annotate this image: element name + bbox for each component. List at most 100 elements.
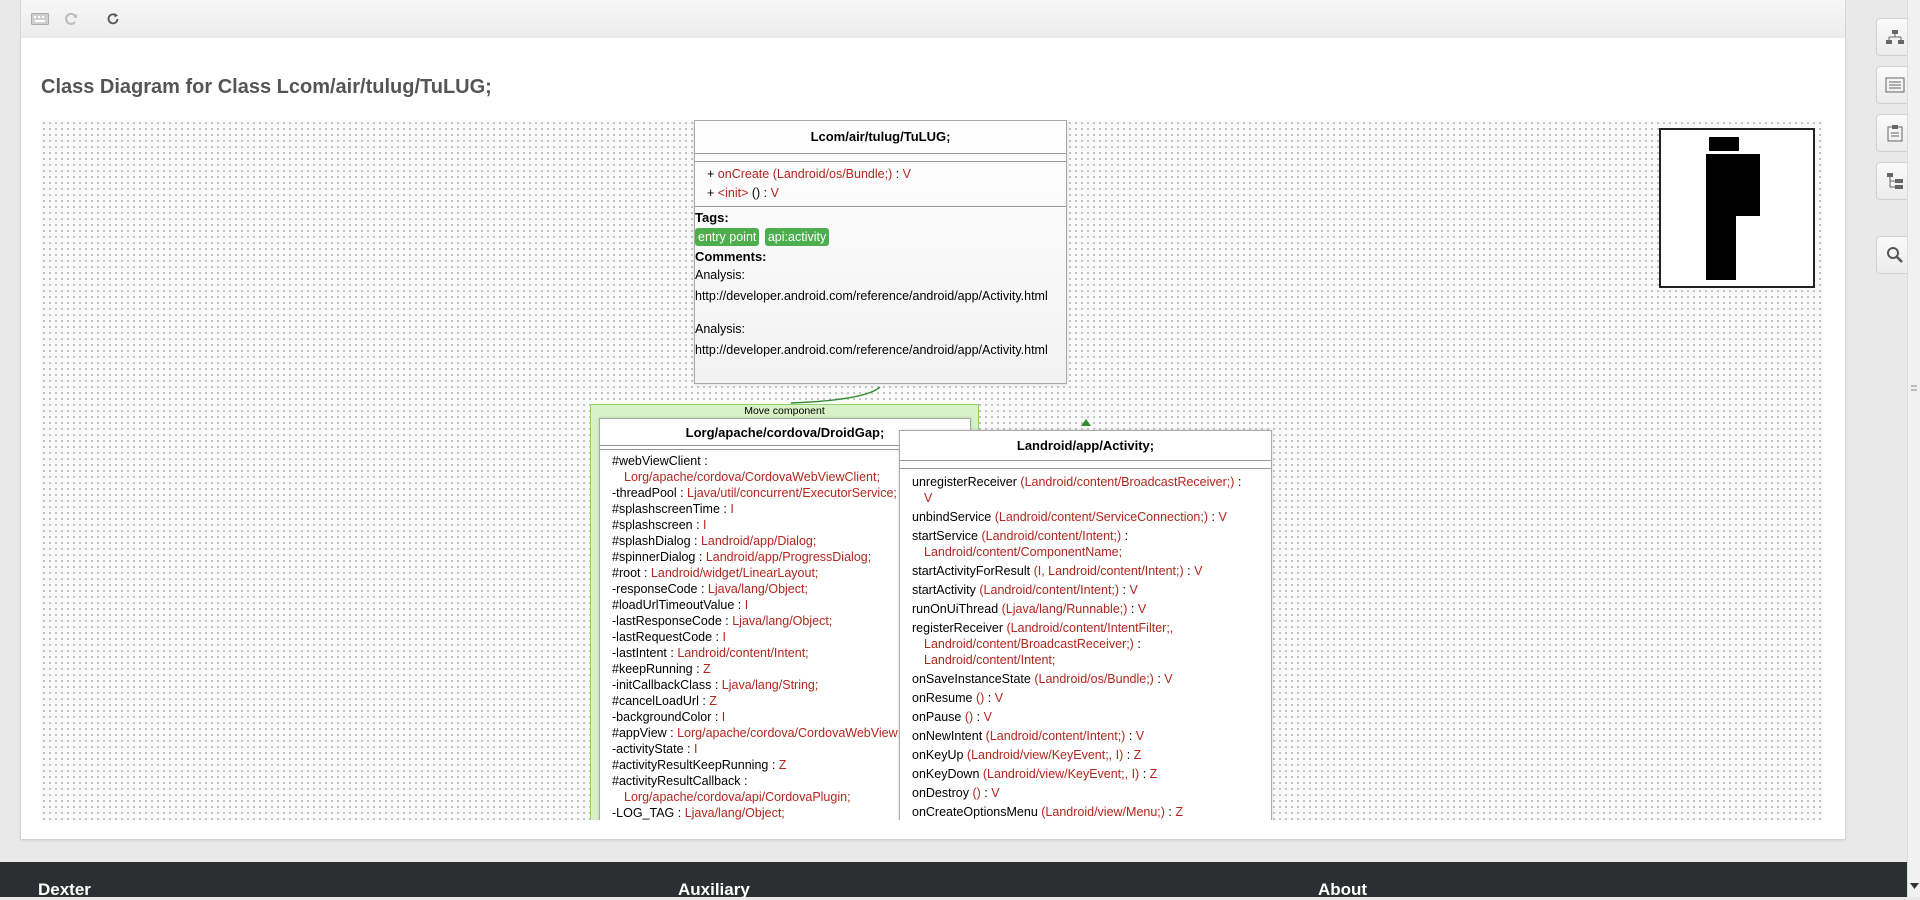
method-row: + <init> () : V	[707, 186, 779, 200]
method-name: runOnUiThread	[912, 602, 999, 616]
field-type: I	[693, 742, 698, 756]
method-name: unbindService	[912, 510, 992, 524]
class-box-activity[interactable]: Landroid/app/Activity; unregisterReceive…	[899, 430, 1272, 820]
footer	[0, 862, 1907, 897]
method-return: V	[1137, 602, 1147, 616]
method-row: + onCreate (Landroid/os/Bundle;) : V	[707, 167, 912, 181]
method-name: startActivity	[912, 583, 976, 597]
class-title: Landroid/app/Activity;	[1016, 438, 1155, 453]
comment-url: http://developer.android.com/reference/a…	[695, 343, 1048, 357]
method-return: V	[924, 491, 933, 505]
class-title: Lcom/air/tulug/TuLUG;	[810, 129, 951, 144]
field-type: Lorg/apache/cordova/CordovaWebView;	[677, 726, 902, 740]
method-row: onKeyUp (Landroid/view/KeyEvent;, I) : Z	[912, 748, 1142, 762]
refresh-icon[interactable]	[102, 8, 124, 30]
field-type: Z	[703, 662, 711, 676]
comment-label: Analysis:	[695, 268, 746, 282]
footer-heading-dexter: Dexter	[38, 880, 91, 899]
method-return: V	[1164, 672, 1173, 686]
toolbar	[20, 0, 1846, 39]
field-type: I	[703, 518, 707, 532]
method-name: onNewIntent	[912, 729, 983, 743]
diagram-canvas[interactable]: Lcom/air/tulug/TuLUG; + onCreate (Landro…	[41, 120, 1823, 820]
method-name: unregisterReceiver	[912, 475, 1017, 489]
method-return: Z	[1133, 748, 1142, 762]
method-name: onKeyUp	[912, 748, 964, 762]
field-type: Ljava/lang/String;	[721, 678, 819, 692]
class-box-tulug[interactable]: Lcom/air/tulug/TuLUG; + onCreate (Landro…	[694, 120, 1067, 384]
method-row: startService (Landroid/content/Intent;) …	[912, 529, 1129, 559]
method-name: startService	[912, 529, 978, 543]
field-type: Ljava/lang/Object;	[707, 582, 808, 596]
field-type: I	[744, 598, 749, 612]
method-return: V	[983, 710, 992, 724]
method-params: (Landroid/os/Bundle;)	[1034, 672, 1154, 686]
method-row: onCreateOptionsMenu (Landroid/view/Menu;…	[912, 805, 1183, 819]
method-params: (Landroid/content/ServiceConnection;)	[994, 510, 1209, 524]
method-params: (Landroid/content/Intent;)	[979, 583, 1120, 597]
minimap-viewport	[1706, 137, 1760, 280]
field-type: Ljava/lang/Object;	[684, 806, 785, 820]
footer-heading-auxiliary: Auxiliary	[678, 880, 750, 899]
method-name: registerReceiver	[912, 621, 1004, 635]
keyboard-icon[interactable]	[29, 8, 51, 30]
method-name: onKeyDown	[912, 767, 980, 781]
field-type: Landroid/app/ProgressDialog;	[705, 550, 872, 564]
method-params: (Landroid/content/Intent;)	[985, 729, 1126, 743]
method-list: unregisterReceiver (Landroid/content/Bro…	[900, 468, 1271, 820]
comment-url: http://developer.android.com/reference/a…	[695, 289, 1048, 303]
method-return: Landroid/content/Intent;	[924, 653, 1056, 667]
tags-label: Tags:	[695, 210, 729, 225]
method-return: Z	[1149, 767, 1158, 781]
field-type: Landroid/app/Dialog;	[700, 534, 817, 548]
method-params: (Landroid/content/BroadcastReceiver;)	[1020, 475, 1235, 489]
method-name: onPause	[912, 710, 962, 724]
redo-icon[interactable]	[61, 8, 83, 30]
method-params: (Landroid/content/Intent;)	[981, 529, 1122, 543]
method-return: V	[991, 786, 1000, 800]
method-row: startActivityForResult (I, Landroid/cont…	[912, 564, 1203, 578]
method-row: onNewIntent (Landroid/content/Intent;) :…	[912, 729, 1145, 743]
footer-heading-about: About	[1318, 880, 1368, 899]
field-type: Ljava/lang/Object;	[732, 614, 833, 628]
method-params: (Landroid/view/Menu;)	[1041, 805, 1165, 819]
tag-badge[interactable]: api:activity	[764, 228, 830, 246]
method-name: onSaveInstanceState	[912, 672, 1031, 686]
field-type: I	[722, 630, 726, 644]
method-return: Landroid/content/ComponentName;	[924, 545, 1123, 559]
method-return: Z	[1175, 805, 1183, 819]
field-type: Ljava/util/concurrent/ExecutorService;	[687, 486, 897, 500]
method-params: (Ljava/lang/Runnable;)	[1001, 602, 1128, 616]
method-params: ()	[964, 710, 974, 724]
field-type: Z	[778, 758, 787, 772]
method-params: ()	[975, 691, 985, 705]
tag-badge[interactable]: entry point	[695, 228, 760, 246]
method-params: (Landroid/view/KeyEvent;, I)	[982, 767, 1140, 781]
method-return: V	[1218, 510, 1227, 524]
method-row: runOnUiThread (Ljava/lang/Runnable;) : V	[912, 602, 1147, 616]
scroll-down-icon[interactable]	[1910, 883, 1919, 890]
method-return: V	[1129, 583, 1138, 597]
method-name: onDestroy	[912, 786, 969, 800]
method-row: registerReceiver (Landroid/content/Inten…	[912, 621, 1174, 667]
method-name: onCreateOptionsMenu	[912, 805, 1038, 819]
method-params: (Landroid/view/KeyEvent;, I)	[966, 748, 1124, 762]
move-component-handle[interactable]: Move component	[591, 405, 978, 418]
method-return: V	[1194, 564, 1203, 578]
method-row: unregisterReceiver (Landroid/content/Bro…	[912, 475, 1242, 505]
method-params: ()	[972, 786, 981, 800]
field-type: I	[721, 710, 726, 724]
page-title: Class Diagram for Class Lcom/air/tulug/T…	[41, 76, 492, 98]
field-type: Landroid/content/Intent;	[677, 646, 809, 660]
diagram-minimap[interactable]	[1659, 128, 1815, 288]
comments-label: Comments:	[695, 249, 767, 264]
method-row: unbindService (Landroid/content/ServiceC…	[912, 510, 1227, 524]
method-return: V	[1135, 729, 1145, 743]
method-name: onResume	[912, 691, 973, 705]
method-row: onSaveInstanceState (Landroid/os/Bundle;…	[912, 672, 1173, 686]
method-params: Landroid/content/BroadcastReceiver;)	[924, 637, 1134, 651]
page-scrollbar[interactable]	[1907, 0, 1920, 897]
field-type: Landroid/widget/LinearLayout;	[650, 566, 819, 580]
method-row: onKeyDown (Landroid/view/KeyEvent;, I) :…	[912, 767, 1158, 781]
field-type: I	[730, 502, 734, 516]
